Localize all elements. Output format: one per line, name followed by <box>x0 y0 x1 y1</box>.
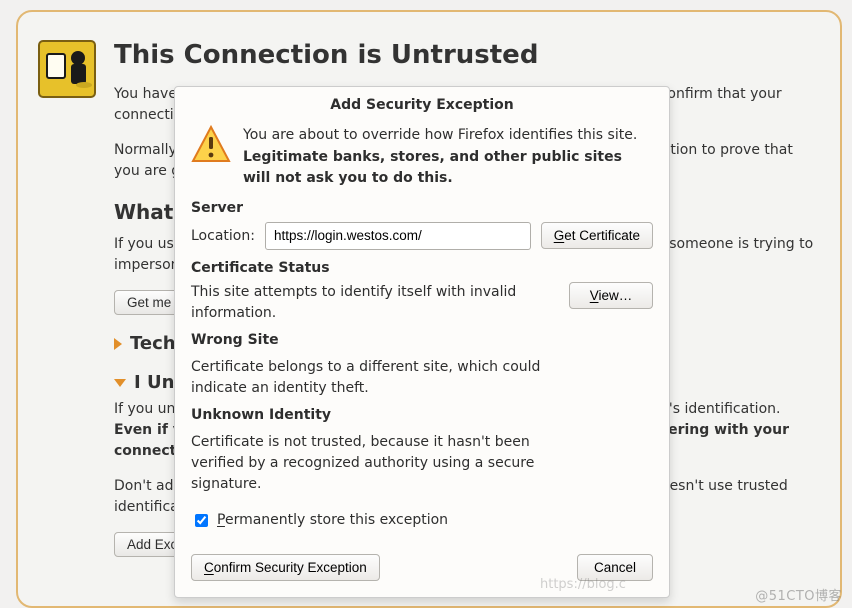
dialog-title: Add Security Exception <box>175 87 669 119</box>
add-security-exception-dialog: Add Security Exception You are about to … <box>174 86 670 598</box>
get-certificate-button[interactable]: Get Certificate <box>541 222 653 249</box>
dialog-intro-1: You are about to override how Firefox id… <box>243 125 653 145</box>
triangle-down-icon <box>114 379 126 387</box>
certificate-status-heading: Certificate Status <box>191 260 653 276</box>
watermark-attribution: @51CTO博客 <box>755 585 842 604</box>
dialog-intro-2: Legitimate banks, stores, and other publ… <box>243 147 653 188</box>
wrong-site-text: Certificate belongs to a different site,… <box>191 357 559 399</box>
passport-officer-icon <box>38 40 96 98</box>
confirm-security-exception-button[interactable]: Confirm Security Exception <box>191 554 380 581</box>
watermark-url: https://blog.c <box>540 577 626 592</box>
wrong-site-heading: Wrong Site <box>191 330 559 351</box>
warning-icon <box>191 125 231 165</box>
permanently-store-checkbox[interactable] <box>195 514 208 527</box>
server-heading: Server <box>191 200 653 216</box>
unknown-identity-heading: Unknown Identity <box>191 405 559 426</box>
permanently-store-label[interactable]: Permanently store this exception <box>217 512 448 528</box>
view-certificate-button[interactable]: View… <box>569 282 653 309</box>
location-label: Location: <box>191 228 255 244</box>
triangle-right-icon <box>114 338 122 350</box>
cert-status-invalid: This site attempts to identify itself wi… <box>191 282 559 324</box>
page-title: This Connection is Untrusted <box>114 40 816 70</box>
unknown-identity-text: Certificate is not trusted, because it h… <box>191 432 559 495</box>
location-input[interactable] <box>265 222 531 250</box>
